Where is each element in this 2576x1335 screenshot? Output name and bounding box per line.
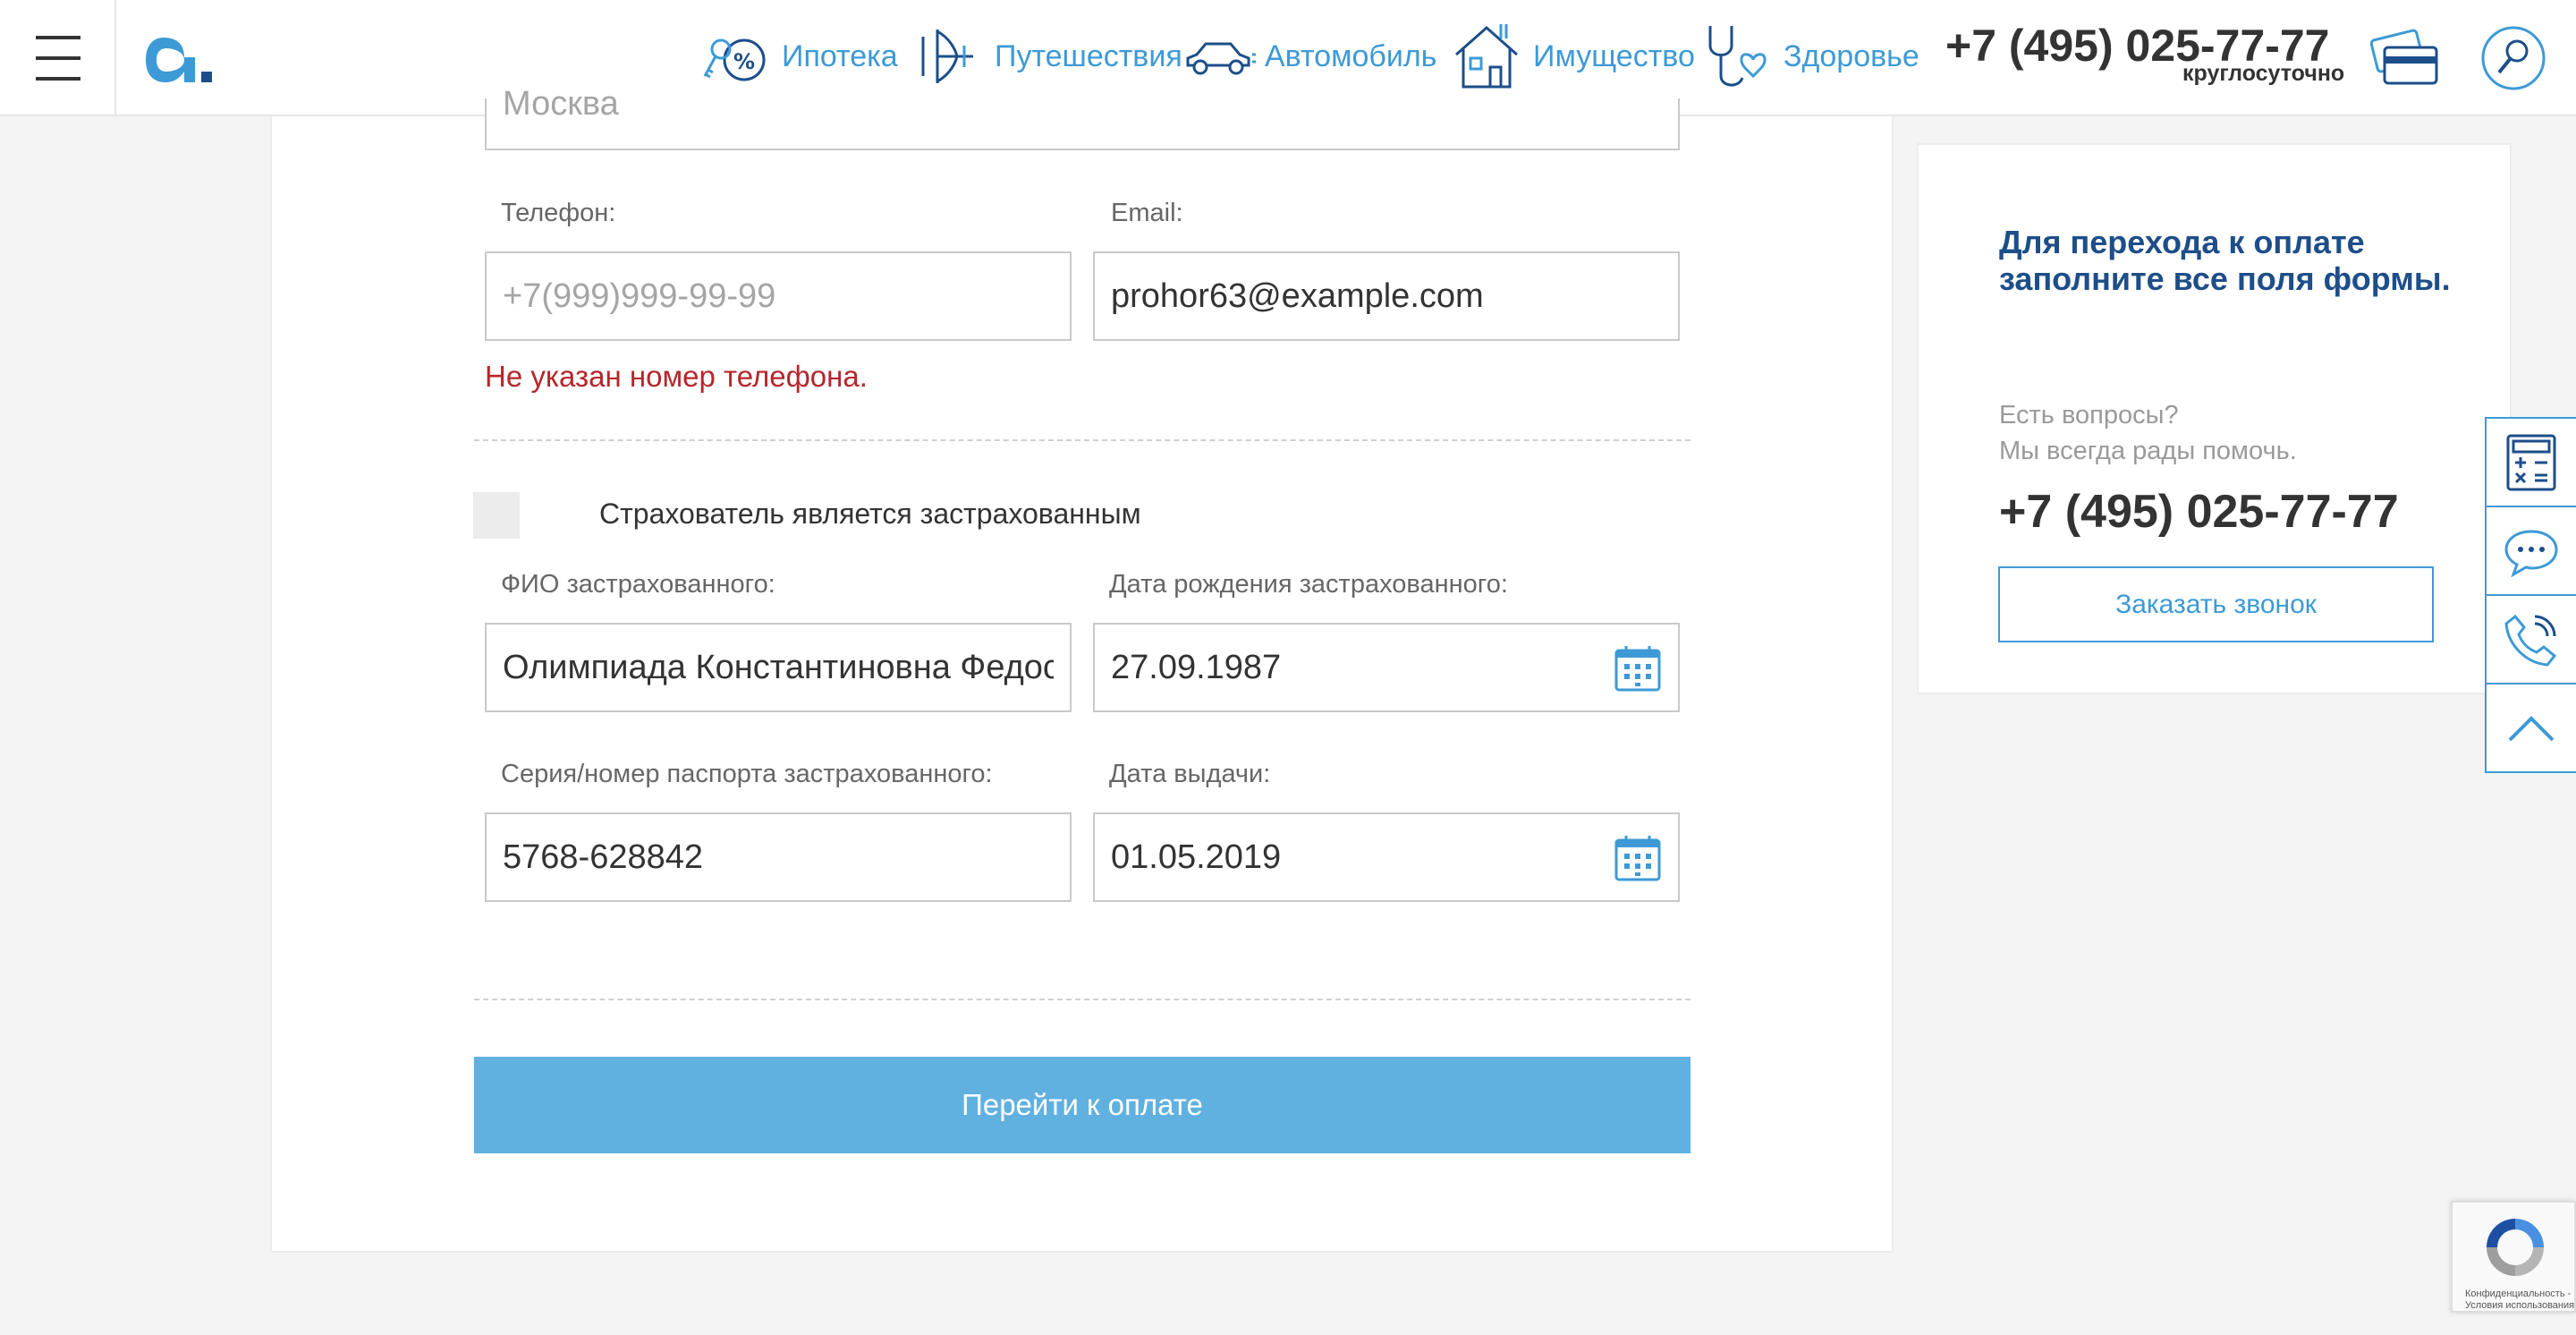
city-field[interactable]: Москва <box>485 85 1680 150</box>
section-divider <box>474 439 1690 441</box>
nav-mortgage-label: Ипотека <box>782 38 898 73</box>
burger-line <box>36 77 80 81</box>
help-panel: Для перехода к оплате заполните все поля… <box>1917 143 2512 694</box>
insured-name-field[interactable]: Олимпиада Константиновна Федосеева <box>485 623 1072 712</box>
payment-card-icon[interactable] <box>2370 22 2442 94</box>
recaptcha-badge[interactable]: Конфиденциальность - Условия использован… <box>2451 1201 2576 1313</box>
birth-date-label: Дата рождения застрахованного: <box>1109 570 1508 599</box>
nav-travel-label: Путешествия <box>995 38 1182 73</box>
insured-name-field-value: Олимпиада Константиновна Федосеева <box>503 648 1054 686</box>
recaptcha-text: Конфиденциальность - Условия использован… <box>2465 1288 2574 1312</box>
help-panel-question: Есть вопросы? Мы всегда рады помочь. <box>1999 397 2297 469</box>
calculator-button[interactable] <box>2487 419 2576 507</box>
city-field-value: Москва <box>503 84 619 123</box>
help-panel-title: Для перехода к оплате заполните все поля… <box>1999 224 2451 297</box>
calculator-icon <box>2506 434 2556 490</box>
email-field[interactable]: prohor63@example.com <box>1093 251 1680 341</box>
chat-icon <box>2504 529 2558 577</box>
phone-call-icon <box>2504 614 2557 667</box>
passport-field[interactable]: 5768-628842 <box>485 812 1072 902</box>
issue-date-field-value: 01.05.2019 <box>1111 838 1282 876</box>
order-callback-button[interactable]: Заказать звонок <box>1998 566 2434 642</box>
insured-checkbox-label[interactable]: Страхователь является застрахованным <box>599 497 1141 531</box>
phone-error-message: Не указан номер телефона. <box>485 360 868 393</box>
nav-health-label: Здоровье <box>1784 38 1919 73</box>
chat-button[interactable] <box>2487 507 2576 596</box>
svg-text:%: % <box>733 49 755 74</box>
arrow-up-icon <box>2508 715 2555 741</box>
birth-date-field-value: 27.09.1987 <box>1111 648 1282 686</box>
go-to-payment-button[interactable]: Перейти к оплате <box>474 1057 1690 1153</box>
menu-burger-button[interactable] <box>0 0 116 116</box>
section-divider <box>474 999 1690 1000</box>
search-icon[interactable] <box>2478 22 2549 94</box>
calendar-icon[interactable] <box>1614 644 1662 693</box>
site-logo[interactable] <box>141 20 222 100</box>
phone-field[interactable]: +7(999)999-99-99 <box>485 251 1072 341</box>
phone-label: Телефон: <box>501 199 616 227</box>
insured-name-label: ФИО застрахованного: <box>501 570 775 599</box>
burger-line <box>36 36 80 39</box>
email-field-value: prohor63@example.com <box>1111 276 1484 315</box>
help-panel-phone[interactable]: +7 (495) 025-77-77 <box>1999 485 2399 539</box>
scroll-top-button[interactable] <box>2487 685 2576 773</box>
header-phone-note: круглосуточно <box>2182 61 2345 86</box>
birth-date-field[interactable]: 27.09.1987 <box>1093 623 1680 712</box>
help-question-line: Есть вопросы? <box>1999 401 2179 429</box>
issue-date-field[interactable]: 01.05.2019 <box>1093 812 1680 902</box>
issue-date-label: Дата выдачи: <box>1109 760 1271 788</box>
recaptcha-privacy-link[interactable]: Конфиденциальность - <box>2465 1288 2574 1300</box>
help-question-line: Мы всегда рады помочь. <box>1999 437 2297 465</box>
recaptcha-terms-link[interactable]: Условия использования <box>2465 1300 2574 1312</box>
email-label: Email: <box>1111 199 1183 227</box>
calendar-icon[interactable] <box>1614 834 1662 882</box>
phone-field-placeholder: +7(999)999-99-99 <box>503 276 776 315</box>
nav-auto-label: Автомобиль <box>1265 38 1437 73</box>
nav-property-label: Имущество <box>1533 38 1695 73</box>
passport-label: Серия/номер паспорта застрахованного: <box>501 760 993 788</box>
insured-checkbox[interactable] <box>473 492 520 539</box>
stethoscope-icon <box>1708 26 1767 87</box>
recaptcha-icon <box>2487 1219 2544 1276</box>
nav-health[interactable]: Здоровье <box>1699 16 1919 97</box>
passport-field-value: 5768-628842 <box>503 838 703 876</box>
burger-line <box>36 56 80 60</box>
floating-action-bar <box>2485 417 2576 773</box>
call-button[interactable] <box>2487 596 2576 685</box>
